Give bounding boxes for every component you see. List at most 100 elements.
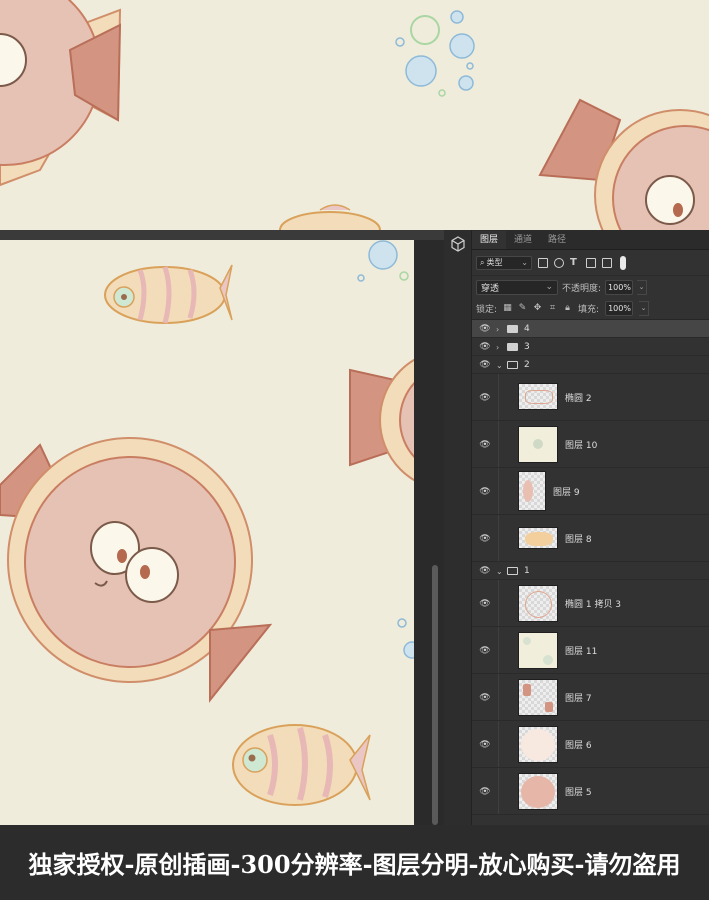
layer-thumbnail xyxy=(518,383,558,410)
lock-position-icon[interactable]: ✥ xyxy=(533,304,542,313)
layer-name: 椭圆 2 xyxy=(565,394,592,404)
layer-name: 椭圆 1 拷贝 3 xyxy=(565,600,622,610)
opacity-input[interactable]: 100% xyxy=(605,279,634,295)
blend-mode-select[interactable]: 穿透 ⌄ xyxy=(476,279,558,295)
group-indent-line xyxy=(498,515,499,561)
thumbnail-art xyxy=(525,390,553,404)
shape-layer-filter-icon[interactable] xyxy=(586,257,596,268)
kind-filter-label: 类型 xyxy=(486,258,503,267)
layer-thumbnail xyxy=(518,632,558,669)
visibility-eye-icon[interactable]: 👁︎ xyxy=(479,566,491,576)
chevron-down-icon: ⌄ xyxy=(545,282,553,292)
layer-row[interactable]: 👁︎ 图层 6 xyxy=(472,721,709,768)
visibility-eye-icon[interactable]: 👁︎ xyxy=(479,440,491,450)
chevron-down-icon[interactable]: ⌄ xyxy=(496,567,503,576)
visibility-eye-icon[interactable]: 👁︎ xyxy=(479,360,491,370)
adjustment-layer-filter-icon[interactable] xyxy=(554,257,564,268)
lock-all-icon[interactable]: 🔒︎ xyxy=(563,304,572,313)
group-indent-line xyxy=(498,627,499,673)
visibility-eye-icon[interactable]: 👁︎ xyxy=(479,787,491,797)
tab-channels[interactable]: 通道 xyxy=(506,231,540,249)
layer-group-2[interactable]: 👁︎ ⌄ 2 xyxy=(472,356,709,374)
banner-text: 独家授权-原创插画-300分辨率-图层分明-放心购买-请勿盗用 xyxy=(28,850,681,879)
chevron-right-icon[interactable]: › xyxy=(496,343,499,352)
layer-name: 图层 10 xyxy=(565,441,598,451)
thumbnail-art xyxy=(545,702,553,712)
layer-group-name: 1 xyxy=(524,566,530,576)
panel-dock-strip xyxy=(444,230,472,825)
visibility-eye-icon[interactable]: 👁︎ xyxy=(479,534,491,544)
open-folder-icon xyxy=(507,567,518,575)
layer-group-3[interactable]: 👁︎ › 3 xyxy=(472,338,709,356)
thumbnail-art xyxy=(523,637,531,645)
layer-row[interactable]: 👁︎ 图层 5 xyxy=(472,768,709,815)
lock-label: 锁定: xyxy=(476,305,498,315)
fill-label: 填充: xyxy=(578,305,600,315)
chevron-right-icon[interactable]: › xyxy=(496,325,499,334)
layer-row[interactable]: 👁︎ 椭圆 2 xyxy=(472,374,709,421)
visibility-eye-icon[interactable]: 👁︎ xyxy=(479,693,491,703)
group-indent-line xyxy=(498,721,499,767)
chevron-down-icon: ⌄ xyxy=(521,258,528,267)
visibility-eye-icon[interactable]: 👁︎ xyxy=(479,342,491,352)
lock-artboard-icon[interactable]: ⌗ xyxy=(548,304,557,313)
visibility-eye-icon[interactable]: 👁︎ xyxy=(479,646,491,656)
3d-cube-icon[interactable] xyxy=(450,236,466,252)
layer-thumbnail xyxy=(518,726,558,763)
visibility-eye-icon[interactable]: 👁︎ xyxy=(479,393,491,403)
layer-list: 👁︎ › 4 👁︎ › 3 👁︎ ⌄ 2 👁︎ 椭圆 2 👁︎ 图层 10 👁︎… xyxy=(472,320,709,815)
open-folder-icon xyxy=(507,361,518,369)
fill-dropdown-button[interactable]: ⌄ xyxy=(639,301,650,316)
layer-thumbnail xyxy=(518,527,558,549)
search-icon: ⌕ xyxy=(480,257,485,267)
thumbnail-art xyxy=(525,532,553,546)
type-layer-filter-icon[interactable]: T xyxy=(570,257,580,268)
layer-row[interactable]: 👁︎ 图层 9 xyxy=(472,468,709,515)
promo-banner: 独家授权-原创插画-300分辨率-图层分明-放心购买-请勿盗用 xyxy=(0,825,709,900)
layer-thumbnail xyxy=(518,471,546,511)
layer-group-4[interactable]: 👁︎ › 4 xyxy=(472,320,709,338)
layer-thumbnail xyxy=(518,679,558,716)
filter-toggle-switch[interactable] xyxy=(620,255,626,270)
chevron-down-icon[interactable]: ⌄ xyxy=(496,361,503,370)
layer-filter-row: ⌕ 类型 ⌄ T xyxy=(472,250,709,276)
lock-image-pixels-icon[interactable]: ✎ xyxy=(518,304,527,313)
layer-row[interactable]: 👁︎ 椭圆 1 拷贝 3 xyxy=(472,580,709,627)
visibility-eye-icon[interactable]: 👁︎ xyxy=(479,487,491,497)
thumbnail-art xyxy=(543,655,553,665)
layer-thumbnail xyxy=(518,585,558,622)
layer-row[interactable]: 👁︎ 图层 8 xyxy=(472,515,709,562)
thumbnail-art xyxy=(533,439,543,449)
layer-row[interactable]: 👁︎ 图层 11 xyxy=(472,627,709,674)
vertical-scrollbar[interactable] xyxy=(432,565,438,825)
photoshop-window: 图层 通道 路径 ⌕ 类型 ⌄ T 穿透 ⌄ 不透明度: 100% ⌄ 锁定: … xyxy=(0,230,709,825)
tab-paths[interactable]: 路径 xyxy=(540,231,574,249)
layer-group-1[interactable]: 👁︎ ⌄ 1 xyxy=(472,562,709,580)
artwork-preview-top xyxy=(0,0,709,230)
blend-opacity-row: 穿透 ⌄ 不透明度: 100% ⌄ xyxy=(472,276,709,298)
document-canvas[interactable] xyxy=(0,240,414,825)
layer-row[interactable]: 👁︎ 图层 7 xyxy=(472,674,709,721)
panel-tabs: 图层 通道 路径 xyxy=(472,230,709,250)
pufferfish-pattern-top xyxy=(0,0,709,230)
layers-panel: 图层 通道 路径 ⌕ 类型 ⌄ T 穿透 ⌄ 不透明度: 100% ⌄ 锁定: … xyxy=(472,230,709,825)
canvas-gutter xyxy=(414,240,444,825)
smart-object-filter-icon[interactable] xyxy=(602,257,612,268)
tab-layers[interactable]: 图层 xyxy=(472,231,507,249)
layer-name: 图层 7 xyxy=(565,694,592,704)
lock-transparent-pixels-icon[interactable]: ▦ xyxy=(503,304,512,313)
fill-input[interactable]: 100% xyxy=(605,301,634,316)
thumbnail-art xyxy=(523,480,533,502)
visibility-eye-icon[interactable]: 👁︎ xyxy=(479,324,491,334)
folder-icon xyxy=(507,325,518,333)
group-indent-line xyxy=(498,421,499,467)
layer-kind-filter-select[interactable]: ⌕ 类型 ⌄ xyxy=(476,255,532,270)
layer-name: 图层 9 xyxy=(553,488,580,498)
visibility-eye-icon[interactable]: 👁︎ xyxy=(479,599,491,609)
pixel-layer-filter-icon[interactable] xyxy=(538,257,548,268)
opacity-dropdown-button[interactable]: ⌄ xyxy=(637,279,648,295)
visibility-eye-icon[interactable]: 👁︎ xyxy=(479,740,491,750)
layer-row[interactable]: 👁︎ 图层 10 xyxy=(472,421,709,468)
layer-name: 图层 5 xyxy=(565,788,592,798)
group-indent-line xyxy=(498,580,499,626)
